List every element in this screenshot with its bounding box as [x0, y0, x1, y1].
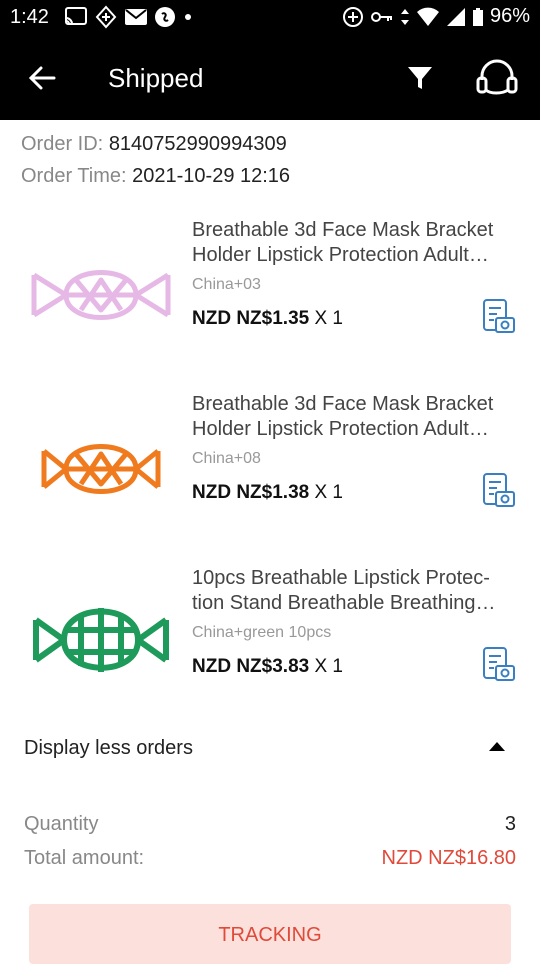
total-row: Total amount: NZD NZ$16.80 — [24, 847, 516, 870]
total-label: Total amount: — [24, 847, 145, 869]
dot-icon — [185, 14, 191, 20]
sync-icon — [95, 5, 117, 29]
receipt-photo-icon[interactable] — [480, 298, 516, 334]
quantity-row: Quantity 3 — [24, 813, 516, 836]
mail-icon — [125, 9, 147, 25]
product-price-row: NZD NZ$1.35 X 1 — [192, 308, 343, 330]
signal-icon — [446, 7, 465, 26]
battery-percent: 96% — [489, 5, 530, 27]
product-image — [41, 444, 161, 494]
notification-icons — [64, 5, 194, 29]
product-sku: China+08 — [192, 450, 261, 467]
cast-icon — [65, 7, 87, 25]
order-id-row: Order ID: 8140752990994309 — [21, 133, 287, 156]
receipt-photo-icon[interactable] — [480, 472, 516, 508]
data-saver-icon — [342, 6, 363, 27]
display-less-orders-toggle[interactable]: Display less orders — [24, 737, 193, 760]
product-title: 10pcs Breathable Lipstick Protec­tion St… — [192, 567, 490, 614]
product-image — [31, 270, 171, 320]
product-price: NZD NZ$1.38 — [192, 482, 310, 503]
order-item[interactable]: Breathable 3d Face Mask Bracket Holder L… — [0, 218, 540, 388]
customer-service-icon[interactable] — [474, 58, 520, 98]
order-id-label: Order ID: — [21, 133, 104, 155]
order-item[interactable]: Breathable 3d Face Mask Bracket Holder L… — [0, 392, 540, 562]
order-time-label: Order Time: — [21, 165, 127, 187]
product-price: NZD NZ$3.83 — [192, 656, 310, 677]
product-quantity: X 1 — [309, 308, 344, 329]
product-price: NZD NZ$1.35 — [192, 308, 310, 329]
order-id-value: 8140752990994309 — [108, 133, 287, 155]
product-image — [33, 608, 169, 672]
battery-icon — [472, 7, 483, 26]
wifi-icon — [416, 7, 439, 26]
back-arrow-icon[interactable] — [24, 60, 60, 96]
page-title: Shipped — [108, 63, 204, 93]
quantity-label: Quantity — [24, 813, 99, 835]
vpn-key-icon — [370, 11, 392, 22]
tracking-button[interactable]: TRACKING — [29, 904, 511, 964]
product-quantity: X 1 — [309, 482, 344, 503]
data-arrows-icon — [400, 8, 409, 25]
product-quantity: X 1 — [309, 656, 344, 677]
order-time-value: 2021-10-29 12:16 — [132, 165, 291, 187]
product-sku: China+green 10pcs — [192, 624, 332, 641]
receipt-photo-icon[interactable] — [480, 646, 516, 682]
app-bar: Shipped — [0, 36, 540, 120]
status-time: 1:42 — [10, 6, 49, 28]
order-time-row: Order Time: 2021-10-29 12:16 — [21, 165, 290, 188]
quantity-value: 3 — [504, 813, 516, 835]
product-title: Breathable 3d Face Mask Bracket Holder L… — [192, 219, 494, 266]
product-title: Breathable 3d Face Mask Bracket Holder L… — [192, 393, 494, 440]
product-sku: China+03 — [192, 276, 261, 293]
status-bar: 1:42 96% — [0, 0, 540, 36]
product-price-row: NZD NZ$1.38 X 1 — [192, 482, 343, 504]
filter-icon[interactable] — [404, 62, 436, 94]
caret-up-icon[interactable] — [489, 742, 505, 751]
order-item[interactable]: 10pcs Breathable Lipstick Protec­tion St… — [0, 566, 540, 736]
shazam-icon — [155, 7, 175, 27]
system-icons: 96% — [342, 5, 530, 28]
total-value: NZD NZ$16.80 — [381, 847, 517, 869]
product-price-row: NZD NZ$3.83 X 1 — [192, 656, 343, 678]
